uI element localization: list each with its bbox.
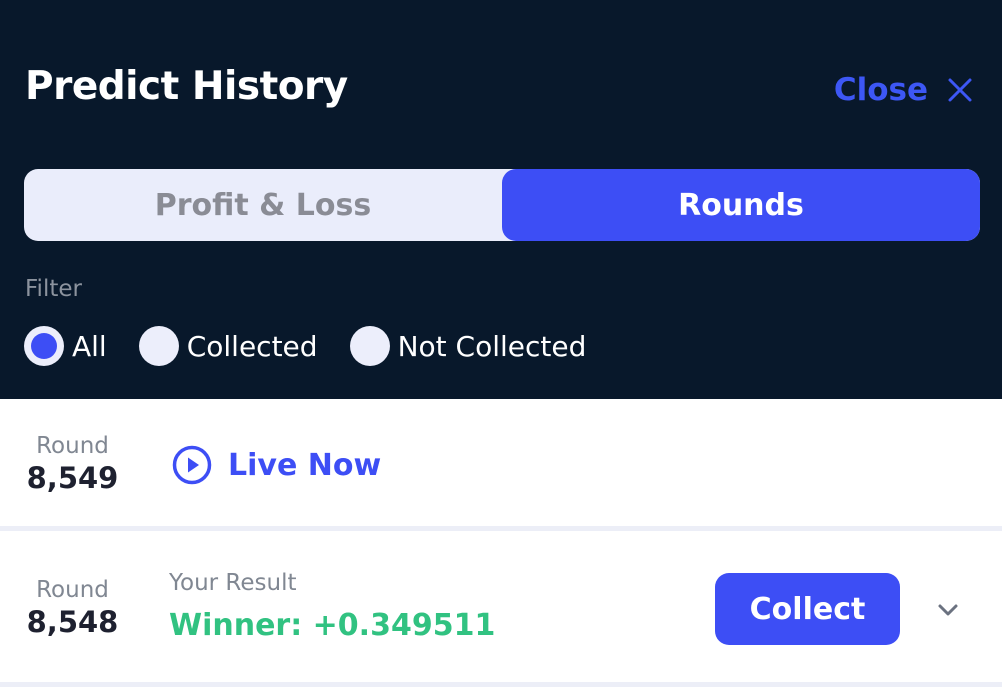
filter-radio-not-collected[interactable]: Not Collected	[349, 326, 587, 366]
round-row: Round 8,548 Your Result Winner: +0.34951…	[0, 536, 1002, 687]
history-header: Predict History Close Profit & Loss Roun…	[0, 0, 1002, 399]
result-value: Winner: +0.349511	[169, 608, 496, 643]
view-tabs: Profit & Loss Rounds	[24, 169, 980, 241]
play-circle-icon	[172, 445, 212, 485]
round-label: Round	[36, 433, 109, 459]
close-icon[interactable]	[946, 76, 974, 104]
round-label: Round	[36, 577, 109, 603]
radio-label: Collected	[186, 329, 318, 363]
close-label[interactable]: Close	[834, 72, 928, 108]
chevron-down-icon[interactable]	[934, 596, 962, 624]
filter-radio-group: All Collected Not Collected	[24, 326, 618, 366]
live-now-label: Live Now	[228, 447, 382, 483]
round-info: Round 8,549	[25, 433, 120, 495]
close-button[interactable]: Close	[834, 68, 974, 112]
radio-button[interactable]	[349, 326, 390, 366]
filter-radio-collected[interactable]: Collected	[138, 326, 318, 366]
round-number: 8,549	[26, 461, 119, 495]
radio-button[interactable]	[138, 326, 179, 366]
live-status: Live Now	[172, 445, 381, 485]
tab-profit-loss[interactable]: Profit & Loss	[24, 169, 502, 241]
round-row: Round 8,549 Live Now	[0, 399, 1002, 531]
tab-rounds[interactable]: Rounds	[502, 169, 980, 241]
page-title: Predict History	[25, 64, 348, 109]
radio-label: Not Collected	[397, 329, 587, 363]
collect-button[interactable]: Collect	[715, 573, 900, 645]
result-label: Your Result	[169, 570, 297, 596]
filter-radio-all[interactable]: All	[24, 326, 107, 366]
round-number: 8,548	[26, 605, 119, 639]
round-info: Round 8,548	[25, 577, 120, 639]
radio-button-checked[interactable]	[24, 326, 64, 366]
filter-label: Filter	[25, 276, 82, 302]
radio-label: All	[72, 329, 107, 363]
